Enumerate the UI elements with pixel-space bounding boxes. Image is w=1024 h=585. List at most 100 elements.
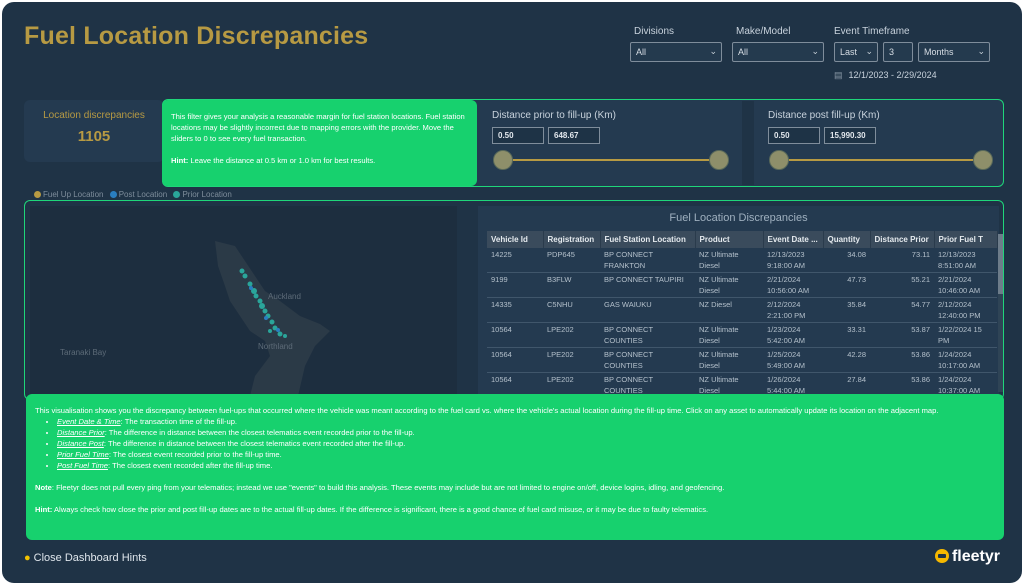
discrepancy-table-panel: Fuel Location Discrepancies Vehicle Id Re…	[478, 206, 999, 398]
column-header[interactable]: Registration	[543, 231, 601, 248]
map-legend: Fuel Up Location Post Location Prior Loc…	[34, 190, 232, 199]
timeframe-period-select[interactable]: Last ⌄	[834, 42, 878, 62]
note-text: : Fleetyr does not pull every ping from …	[51, 483, 725, 492]
hint-label: Hint:	[171, 156, 189, 165]
lightbulb-icon: ●	[24, 552, 31, 564]
slider-prior-min-handle[interactable]	[493, 150, 513, 170]
table-cell: NZ Diesel	[695, 297, 763, 323]
slider-prior-track	[502, 159, 719, 161]
slider-hint-text: This filter gives your analysis a reason…	[171, 112, 465, 143]
visualisation-hint-box: This visualisation shows you the discrep…	[26, 394, 1004, 540]
table-cell: 55.21	[870, 272, 934, 298]
table-cell: 1/25/2024 5:49:00 AM	[763, 347, 823, 373]
definition-term: Prior Fuel Time	[57, 450, 109, 459]
column-header[interactable]: Prior Fuel T	[934, 231, 998, 248]
definition-text: : The closest event recorded prior to th…	[108, 450, 282, 459]
column-header[interactable]: Fuel Station Location	[600, 231, 696, 248]
table-cell: 1/22/2024 15 PM	[934, 322, 997, 348]
table-row[interactable]: 14225 PDP645 BP CONNECT FRANKTON NZ Ultimate…	[487, 248, 997, 273]
table-cell: 12/13/2023 9:18:00 AM	[763, 248, 823, 273]
slider-prior-max-handle[interactable]	[709, 150, 729, 170]
brand-name: fleetyr	[951, 548, 1000, 565]
slider-prior-min-input[interactable]: 0.50	[492, 127, 544, 144]
slider-post-track	[779, 159, 983, 161]
hint-definition-item: Event Date & Time: The transaction time …	[57, 416, 995, 427]
table-cell: BP CONNECT COUNTIES	[600, 322, 695, 348]
table-body: 14225 PDP645 BP CONNECT FRANKTON NZ Ultimate…	[487, 248, 997, 398]
hint-definition-item: Distance Prior: The difference in distan…	[57, 427, 995, 438]
chevron-down-icon: ⌄	[865, 46, 873, 56]
slider-hint-tip: Hint: Leave the distance at 0.5 km or 1.…	[171, 155, 468, 166]
table-cell: LPE202	[543, 322, 600, 348]
land-mass	[215, 241, 330, 396]
make-model-select[interactable]: All ⌄	[732, 42, 824, 62]
column-header[interactable]: Quantity	[823, 231, 871, 248]
table-cell: LPE202	[543, 347, 600, 373]
table-scrollbar[interactable]	[998, 234, 1003, 392]
slider-post-label: Distance post fill-up (Km)	[768, 110, 880, 121]
make-model-value: All	[738, 47, 749, 57]
legend-dot	[109, 191, 117, 198]
note-label: Note	[35, 483, 52, 492]
timeframe-unit-value: Months	[924, 47, 954, 57]
slider-hint-box: This filter gives your analysis a reason…	[162, 100, 477, 186]
table-row[interactable]: 9199 B3FLW BP CONNECT TAUPIRI NZ Ultimate Di…	[487, 272, 997, 298]
column-header[interactable]: Event Date ...	[763, 231, 824, 248]
table-header-row: Vehicle Id Registration Fuel Station Locat…	[487, 231, 998, 248]
map-label: Northland	[258, 342, 293, 351]
close-hints-button[interactable]: ● Close Dashboard Hints	[24, 552, 147, 564]
slider-post-min-handle[interactable]	[769, 150, 789, 170]
chevron-down-icon: ⌄	[811, 46, 819, 56]
dashboard-frame: Fuel Location Discrepancies Divisions Al…	[2, 2, 1022, 583]
hint-label: Hint:	[35, 505, 53, 514]
map-label: Auckland	[268, 292, 301, 301]
slider-post-min-input[interactable]: 0.50	[768, 127, 820, 144]
hint-definition-item: Distance Post: The difference in distanc…	[57, 438, 995, 449]
chevron-down-icon: ⌄	[709, 46, 717, 56]
kpi-label: Location discrepancies	[43, 110, 145, 121]
table-row[interactable]: 14335 C5NHU GAS WAIUKU NZ Diesel 2/12/2024 2:…	[487, 297, 997, 323]
kpi-value: 1105	[77, 128, 111, 145]
slider-prior-label: Distance prior to fill-up (Km)	[492, 110, 616, 121]
slider-post-max-input[interactable]: 15,990.30	[824, 127, 876, 144]
hint-tip: Hint: Always check how close the prior a…	[35, 504, 995, 515]
table-cell: 2/21/2024 10:46:00 AM	[934, 272, 997, 298]
table-row[interactable]: 10564 LPE202 BP CONNECT COUNTIES NZ Ultimate…	[487, 322, 997, 348]
brand-logo: fleetyr	[934, 548, 1000, 566]
legend-item[interactable]: Post Location	[119, 190, 167, 199]
timeframe-count-value: 3	[889, 47, 895, 57]
table-cell: NZ Ultimate Diesel	[695, 347, 763, 373]
hint-intro: This visualisation shows you the discrep…	[35, 406, 939, 415]
table-cell: BP CONNECT FRANKTON	[600, 248, 695, 273]
map-view[interactable]: Auckland Northland Taranaki Bay	[30, 206, 457, 396]
slider-post-max-handle[interactable]	[973, 150, 993, 170]
table-cell: 2/21/2024 10:56:00 AM	[763, 272, 823, 298]
slider-prior-max-input[interactable]: 648.67	[548, 127, 600, 144]
table-cell: 34.08	[823, 248, 870, 273]
column-header[interactable]: Product	[695, 231, 764, 248]
definition-text: : The difference in distance between the…	[104, 428, 415, 437]
column-header[interactable]: Distance Prior	[870, 231, 935, 248]
hint-definitions: Event Date & Time: The transaction time …	[57, 416, 995, 471]
map-label: Taranaki Bay	[60, 348, 107, 357]
table-cell: C5NHU	[543, 297, 600, 323]
table-cell: 42.28	[823, 347, 870, 373]
table-cell: 54.77	[870, 297, 934, 323]
event-timeframe-label: Event Timeframe	[834, 26, 910, 37]
legend-item[interactable]: Prior Location	[182, 190, 231, 199]
table-cell: 12/13/2023 8:51:00 AM	[934, 248, 997, 273]
column-header[interactable]: Vehicle Id	[487, 231, 544, 248]
timeframe-unit-select[interactable]: Months ⌄	[918, 42, 990, 62]
timeframe-count-input[interactable]: 3	[883, 42, 913, 62]
table-scroll-thumb[interactable]	[998, 234, 1003, 294]
legend-item[interactable]: Fuel Up Location	[43, 190, 103, 199]
hint-text: Always check how close the prior and pos…	[52, 505, 709, 514]
fleetyr-logo-icon	[934, 549, 949, 563]
table-row[interactable]: 10564 LPE202 BP CONNECT COUNTIES NZ Ultimate…	[487, 347, 997, 373]
divisions-select[interactable]: All ⌄	[630, 42, 722, 62]
table-cell: 53.87	[870, 322, 934, 348]
table-cell: 35.84	[823, 297, 870, 323]
table-cell: 47.73	[823, 272, 870, 298]
timeframe-period-value: Last	[840, 47, 858, 57]
table-cell: 73.11	[870, 248, 934, 273]
